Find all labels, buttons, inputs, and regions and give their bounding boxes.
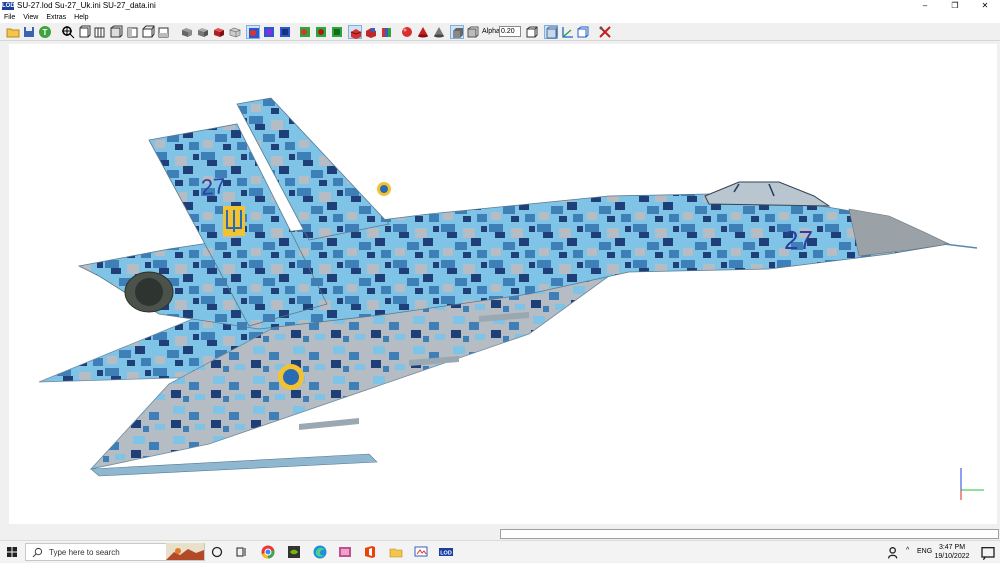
select-green-1-icon[interactable] [298, 25, 312, 39]
menu-help[interactable]: Help [74, 12, 88, 23]
select-blue-1-icon[interactable] [246, 25, 260, 39]
view-left-icon[interactable] [109, 25, 123, 39]
radome [848, 208, 951, 257]
search-placeholder: Type here to search [49, 547, 120, 557]
office-icon[interactable] [362, 544, 378, 560]
menu-file[interactable]: File [4, 12, 15, 23]
nvidia-icon[interactable] [286, 544, 302, 560]
clock-time: 3:47 PM [938, 544, 966, 551]
restore-button[interactable]: ❐ [940, 0, 970, 12]
shade-grey-icon[interactable] [196, 25, 210, 39]
cone-red-icon[interactable] [416, 25, 430, 39]
toolbar: T Alpha: 0.20 [0, 23, 1000, 41]
texture-icon[interactable]: T [38, 25, 52, 39]
task-view-icon[interactable] [233, 544, 249, 560]
file-explorer-icon[interactable] [388, 544, 404, 560]
window-title: SU-27.lod Su-27_Uk.ini SU-27_data.ini [17, 1, 156, 10]
select-blue-3-icon[interactable] [278, 25, 292, 39]
canopy [704, 181, 831, 207]
view-right-icon[interactable] [125, 25, 139, 39]
status-bar [500, 529, 999, 539]
mesh-red-icon[interactable] [348, 25, 362, 39]
object-grey-icon[interactable] [432, 25, 446, 39]
language-indicator[interactable]: ENG [917, 548, 932, 556]
chrome-icon[interactable] [260, 544, 276, 560]
notifications-icon[interactable] [980, 545, 995, 561]
save-icon[interactable] [22, 25, 36, 39]
view-bottom-icon[interactable] [157, 25, 171, 39]
menu-bar: File View Extras Help [0, 12, 1000, 23]
cortana-icon[interactable] [209, 544, 225, 560]
windows-start-icon[interactable] [4, 544, 20, 560]
aircraft-model: 27 27 [38, 97, 984, 500]
view-front-icon[interactable] [77, 25, 91, 39]
grid-icon[interactable] [576, 25, 590, 39]
menu-extras[interactable]: Extras [46, 12, 66, 23]
view-back-icon[interactable] [93, 25, 107, 39]
clock-date: 19/10/2022 [934, 553, 970, 560]
sphere-red-icon[interactable] [400, 25, 414, 39]
shade-red-icon[interactable] [212, 25, 226, 39]
taskbar: Type here to search LOD ^ ENG 3:47 PM 19… [0, 540, 1000, 562]
minimize-button[interactable]: – [910, 0, 940, 12]
open-folder-icon[interactable] [6, 25, 20, 39]
cube-outline-icon[interactable] [525, 25, 539, 39]
mesh-red-2-icon[interactable] [364, 25, 378, 39]
people-icon[interactable] [886, 545, 898, 559]
mesh-multi-icon[interactable] [380, 25, 394, 39]
lod-viewer-icon[interactable]: LOD [438, 544, 454, 560]
axes-icon[interactable] [560, 25, 574, 39]
tail-number: 27 [200, 173, 226, 200]
shade-wire-icon[interactable] [228, 25, 242, 39]
close-button[interactable]: ✕ [970, 0, 1000, 12]
edge-icon[interactable] [312, 544, 328, 560]
shade-flat-icon[interactable] [180, 25, 194, 39]
model-viewport[interactable]: 27 27 [9, 44, 997, 524]
grid-view-icon[interactable] [544, 25, 558, 39]
search-icon [32, 547, 43, 557]
zoom-icon[interactable] [61, 25, 75, 39]
svg-text:T: T [43, 28, 48, 37]
box-outline-icon[interactable] [466, 25, 480, 39]
alpha-input[interactable]: 0.20 [499, 26, 521, 37]
box-grey-icon[interactable] [450, 25, 464, 39]
search-highlight-image [166, 543, 204, 560]
view-top-icon[interactable] [141, 25, 155, 39]
paint-icon[interactable] [413, 544, 429, 560]
tools-icon[interactable] [598, 25, 612, 39]
select-blue-2-icon[interactable] [262, 25, 276, 39]
missile-2 [299, 418, 359, 430]
pitot-probe [943, 243, 978, 249]
title-bar: LOD SU-27.lod Su-27_Uk.ini SU-27_data.in… [0, 0, 1000, 12]
svg-text:LOD: LOD [440, 551, 452, 557]
menu-view[interactable]: View [23, 12, 38, 23]
clock[interactable]: 3:47 PM 19/10/2022 [932, 543, 972, 561]
select-green-2-icon[interactable] [314, 25, 328, 39]
photos-icon[interactable] [337, 544, 353, 560]
app-icon: LOD [2, 2, 15, 10]
window-controls: – ❐ ✕ [910, 0, 1000, 12]
select-green-3-icon[interactable] [330, 25, 344, 39]
show-hidden-icons-icon[interactable]: ^ [906, 547, 909, 555]
nose-number: 27 [784, 225, 813, 255]
